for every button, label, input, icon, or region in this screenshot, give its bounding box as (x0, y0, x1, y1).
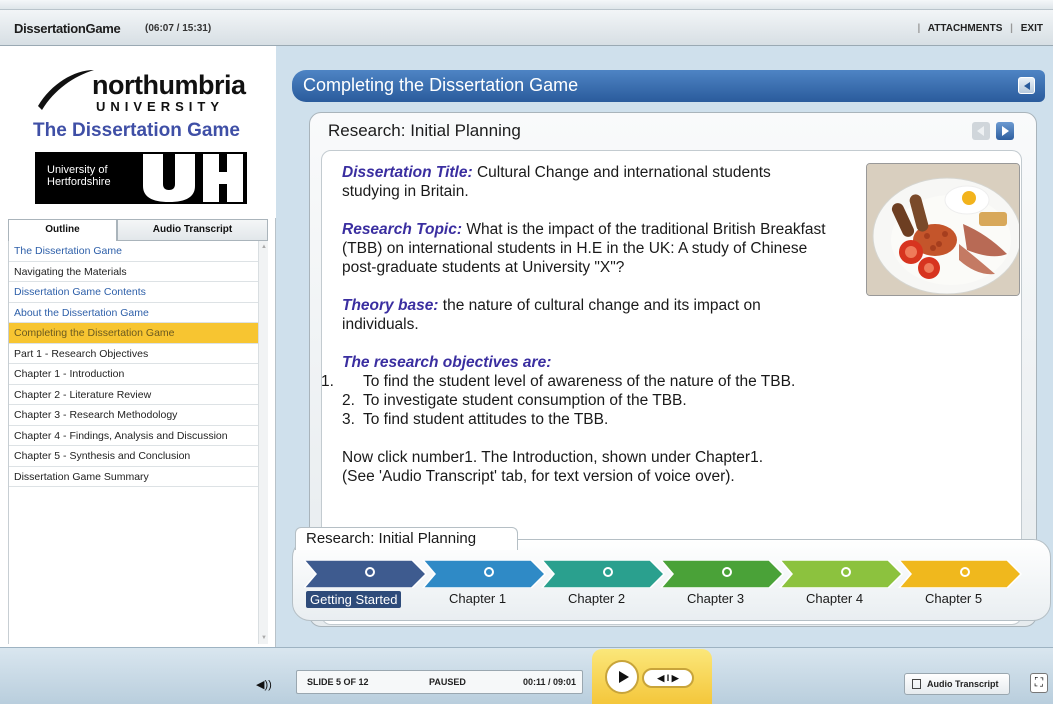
partner-line2: Hertfordshire (47, 176, 111, 188)
objectives-heading-paragraph: The research objectives are: (342, 353, 832, 372)
sidebar-tabs: Outline Audio Transcript (8, 219, 268, 241)
university-word: UNIVERSITY (96, 99, 225, 114)
objectives-list: 1. To find the student level of awareness… (321, 372, 832, 429)
sidebar-item[interactable]: Chapter 5 - Synthesis and Conclusion (9, 446, 260, 467)
app-title: DissertationGame (14, 21, 121, 36)
outline-scrollbar[interactable]: ▲ ▼ (258, 241, 268, 644)
seek-buttons[interactable]: ◀ I ▶ (642, 668, 694, 688)
attachments-link[interactable]: ATTACHMENTS (928, 23, 1003, 34)
objective-number: 3. (342, 411, 355, 428)
next-slide-button[interactable] (996, 122, 1014, 140)
instruction-line2: (See 'Audio Transcript' tab, for text ve… (342, 468, 735, 485)
chapter-label[interactable]: Chapter 5 (925, 591, 982, 606)
play-button[interactable] (605, 660, 639, 694)
status-bar: SLIDE 5 OF 12 PAUSED 00:11 / 09:01 (296, 670, 583, 694)
playback-status: PAUSED (429, 677, 466, 687)
theory-base-paragraph: Theory base: the nature of cultural chan… (342, 296, 832, 334)
objective-number: 2. (342, 392, 355, 409)
collapse-button[interactable] (1018, 77, 1035, 94)
theory-base-label: Theory base: (342, 297, 439, 314)
instruction-paragraph: Now click number1. The Introduction, sho… (342, 448, 832, 486)
hertfordshire-text: University of Hertfordshire (47, 164, 111, 188)
sidebar-item[interactable]: Chapter 3 - Research Methodology (9, 405, 260, 426)
breakfast-photo (866, 163, 1020, 296)
exit-link[interactable]: EXIT (1021, 23, 1043, 34)
fullscreen-icon[interactable]: ⛶ (1030, 673, 1048, 693)
separator: | (917, 23, 921, 34)
app-header: DissertationGame (06:07 / 15:31) | ATTAC… (0, 10, 1053, 46)
sidebar-item[interactable]: Dissertation Game Summary (9, 467, 260, 487)
app-time: (06:07 / 15:31) (145, 23, 212, 34)
slide-title: Research: Initial Planning (328, 121, 521, 140)
document-icon (912, 679, 921, 689)
dissertation-title-label: Dissertation Title: (342, 164, 473, 181)
chapter-marker-dot (605, 569, 611, 575)
chapter-marker-dot (367, 569, 373, 575)
sidebar: northumbria UNIVERSITY The Dissertation … (0, 46, 276, 647)
scroll-down-icon[interactable]: ▼ (261, 635, 267, 641)
slide-counter: SLIDE 5 OF 12 (307, 677, 369, 687)
sidebar-item[interactable]: Dissertation Game Contents (9, 282, 260, 303)
sidebar-item[interactable]: Part 1 - Research Objectives (9, 344, 260, 364)
sidebar-item[interactable]: About the Dissertation Game (9, 303, 260, 323)
previous-slide-button[interactable] (972, 122, 990, 140)
sidebar-item[interactable]: Navigating the Materials (9, 262, 260, 282)
playback-controls: ◀ I ▶ (592, 649, 712, 704)
sidebar-item[interactable]: Chapter 1 - Introduction (9, 364, 260, 385)
sidebar-item[interactable]: Chapter 2 - Literature Review (9, 385, 260, 405)
separator: | (1010, 23, 1013, 34)
module-title: Completing the Dissertation Game (303, 75, 579, 95)
objectives-label: The research objectives are: (342, 354, 552, 371)
chapter-arrows (304, 560, 1023, 588)
tab-audio-transcript[interactable]: Audio Transcript (117, 219, 268, 241)
chapter-marker-dot (486, 569, 492, 575)
chapter-marker-dot (962, 569, 968, 575)
module-title-bar: Completing the Dissertation Game (292, 70, 1045, 102)
outline-list: The Dissertation Game Navigating the Mate… (8, 241, 260, 644)
audio-transcript-label: Audio Transcript (927, 679, 999, 689)
uh-letters-logo (143, 154, 243, 202)
chapter-label[interactable]: Chapter 1 (449, 591, 506, 606)
sidebar-item[interactable]: Chapter 4 - Findings, Analysis and Discu… (9, 426, 260, 446)
hertfordshire-logo: University of Hertfordshire (35, 152, 247, 204)
logo-area: northumbria UNIVERSITY The Dissertation … (0, 46, 276, 218)
research-topic-label: Research Topic: (342, 221, 463, 238)
chapter-label[interactable]: Getting Started (306, 591, 402, 608)
objective-item: 1. To find the student level of awareness… (321, 372, 832, 391)
player-toolbar: ◀)) SLIDE 5 OF 12 PAUSED 00:11 / 09:01 ◀… (0, 647, 1053, 704)
objective-text: To find the student level of awareness o… (363, 373, 796, 390)
objective-text: To find student attitudes to the TBB. (363, 411, 609, 428)
tab-outline[interactable]: Outline (8, 219, 117, 241)
progress-label: Research: Initial Planning (306, 530, 477, 547)
objective-item: 3. To find student attitudes to the TBB. (342, 410, 832, 429)
header-links: | ATTACHMENTS | EXIT (913, 23, 1043, 34)
dissertation-title-paragraph: Dissertation Title: Cultural Change and … (342, 163, 832, 201)
objective-item: 2. To investigate student consumption of … (342, 391, 832, 410)
objective-text: To investigate student consumption of th… (363, 392, 687, 409)
sidebar-item[interactable]: The Dissertation Game (9, 241, 260, 262)
instruction-line1: Now click number1. The Introduction, sho… (342, 449, 764, 466)
window-top-strip (0, 0, 1053, 10)
volume-icon[interactable]: ◀)) (256, 678, 272, 691)
chapter-label[interactable]: Chapter 4 (806, 591, 863, 606)
audio-transcript-button[interactable]: Audio Transcript (904, 673, 1010, 695)
chapter-marker-dot (843, 569, 849, 575)
chapter-label[interactable]: Chapter 2 (568, 591, 625, 606)
playback-time: 00:11 / 09:01 (523, 677, 577, 687)
northumbria-swoosh-logo (38, 70, 94, 110)
chapter-marker-dot (724, 569, 730, 575)
university-name: northumbria (92, 70, 246, 100)
scroll-up-icon[interactable]: ▲ (261, 244, 267, 250)
objective-number: 1. (321, 373, 334, 390)
research-topic-paragraph: Research Topic: What is the impact of th… (342, 220, 832, 277)
chapter-label[interactable]: Chapter 3 (687, 591, 744, 606)
game-title: The Dissertation Game (33, 120, 240, 141)
breakfast-image (867, 164, 1019, 295)
partner-line1: University of (47, 164, 108, 176)
sidebar-item[interactable]: Completing the Dissertation Game (9, 323, 260, 344)
slide-body: Dissertation Title: Cultural Change and … (321, 163, 832, 505)
